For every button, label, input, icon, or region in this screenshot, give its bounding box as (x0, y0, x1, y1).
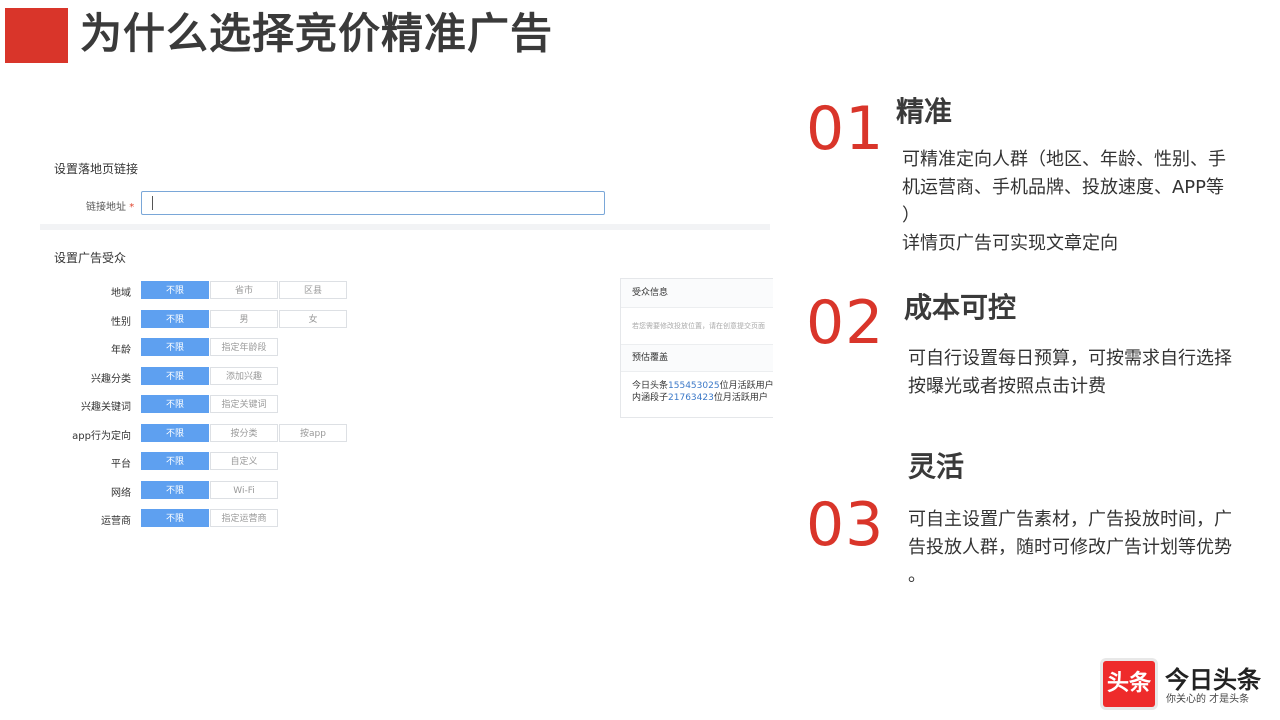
feature-title-cost: 成本可控 (904, 291, 1017, 324)
audience-info-box: 受众信息 若您需要修改投放位置，请在创意提交页面 预估覆盖 今日头条155453… (620, 278, 773, 418)
targeting-row-label: 兴趣分类 (91, 373, 131, 385)
option-unlimited-selected[interactable]: 不限 (141, 423, 209, 442)
targeting-row: 性别 不限男女 (40, 309, 360, 330)
targeting-option[interactable]: 区县 (279, 281, 347, 299)
targeting-row: app行为定向 不限 按分类 按app (40, 423, 360, 444)
targeting-option[interactable]: 指定关键词 (210, 395, 278, 413)
targeting-row-label: 网络 (111, 487, 131, 499)
title-accent-bar (5, 8, 68, 63)
toutiao-logo: 头条 今日头条 你关心的 才是头条 (1103, 658, 1263, 708)
targeting-row-label: 年龄 (111, 345, 131, 356)
targeting-row: 运营商 不限 指定运营商 (40, 509, 360, 529)
targeting-option[interactable]: 省市 (210, 281, 278, 299)
feature-desc-precise: 可精准定向人群（地区、年龄、性别、手 机运营商、手机品牌、投放速度、APP等 ）… (902, 149, 1226, 254)
feature-number-02: 02 (806, 288, 885, 358)
ad-settings-panel: 设置落地页链接 链接地址 * 设置广告受众 地域 不限 省市 区县 性别 不限男女年龄 不限… (40, 140, 773, 560)
audience-info-header: 受众信息 (621, 279, 773, 308)
option-unlimited-selected[interactable]: 不限 (141, 480, 209, 499)
feature-number-01: 01 (806, 94, 885, 164)
targeting-row: 地域 不限 省市 区县 (40, 281, 360, 301)
toutiao-badge-icon: 头条 (1103, 661, 1155, 707)
targeting-option[interactable]: 自定义 (210, 452, 278, 470)
targeting-row: 平台 不限 自定义 (40, 452, 360, 472)
targeting-row-label: 地域 (111, 288, 131, 299)
targeting-option[interactable]: 指定运营商 (210, 509, 278, 527)
targeting-row-label: 兴趣关键词 (81, 402, 131, 413)
landing-link-section-title: 设置落地页链接 (54, 162, 139, 176)
option-unlimited-selected[interactable]: 不限 (141, 395, 209, 413)
targeting-row-label: 运营商 (101, 516, 131, 527)
targeting-row: 网络 不限 Wi-Fi (40, 480, 360, 501)
audience-section-title: 设置广告受众 (54, 251, 127, 265)
page-title: 为什么选择竞价精准广告 (80, 9, 554, 58)
audience-note: 若您需要修改投放位置，请在创意提交页面 (621, 308, 773, 345)
option-unlimited-selected[interactable]: 不限 (141, 452, 209, 470)
targeting-option[interactable]: Wi-Fi (210, 480, 278, 499)
link-address-input[interactable] (141, 191, 605, 215)
targeting-row-label: 平台 (111, 459, 131, 470)
targeting-option[interactable]: 女 (279, 309, 347, 328)
toutiao-coverage: 今日头条155453025位月活跃用户 (632, 381, 773, 391)
targeting-row: 年龄 不限 指定年龄段 (40, 338, 360, 358)
required-mark: * (129, 202, 135, 213)
feature-title-flexible: 灵活 (908, 450, 965, 483)
targeting-row: 兴趣分类 不限 添加兴趣 (40, 366, 360, 387)
targeting-option[interactable]: 按app (279, 423, 347, 442)
feature-desc-flexible: 可自主设置广告素材，广告投放时间，广 告投放人群，随时可修改广告计划等优势 。 (908, 509, 1232, 586)
option-unlimited-selected[interactable]: 不限 (141, 366, 209, 385)
targeting-option[interactable]: 添加兴趣 (210, 366, 278, 385)
feature-title-precise: 精准 (896, 95, 953, 128)
targeting-option[interactable]: 指定年龄段 (210, 338, 278, 356)
targeting-option[interactable]: 按分类 (210, 423, 278, 442)
option-unlimited-selected[interactable]: 不限 (141, 281, 209, 299)
feature-number-03: 03 (806, 490, 885, 560)
targeting-row: 兴趣关键词 不限 指定关键词 (40, 395, 360, 415)
logo-slogan: 你关心的 才是头条 (1166, 694, 1250, 705)
link-address-label: 链接地址 * (86, 202, 135, 213)
section-divider (40, 224, 770, 230)
targeting-option[interactable]: 男 (210, 309, 278, 328)
option-unlimited-selected[interactable]: 不限 (141, 309, 209, 328)
text-caret (152, 196, 153, 210)
option-unlimited-selected[interactable]: 不限 (141, 509, 209, 527)
feature-desc-cost: 可自行设置每日预算，可按需求自行选择 按曝光或者按照点击计费 (908, 348, 1232, 397)
estimate-header: 预估覆盖 (621, 345, 773, 372)
neihan-coverage: 内涵段子21763423位月活跃用户 (632, 393, 768, 403)
targeting-row-label: 性别 (111, 316, 131, 328)
option-unlimited-selected[interactable]: 不限 (141, 338, 209, 356)
targeting-row-label: app行为定向 (72, 430, 131, 442)
